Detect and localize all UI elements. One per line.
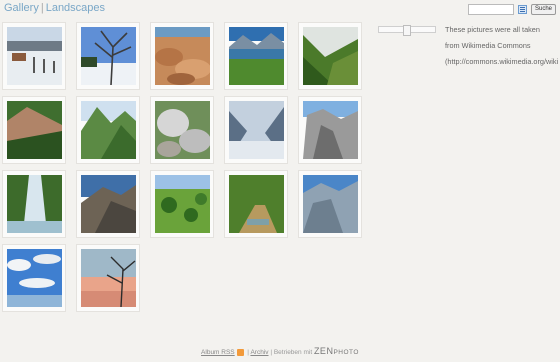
thumbnail-image xyxy=(7,27,62,85)
thumbnail-image xyxy=(81,27,136,85)
description-line-1: These pictures were all taken xyxy=(445,25,540,34)
footer: Album RSS | Archiv | Betrieben mit ZENPH… xyxy=(0,346,560,356)
zenphoto-logo[interactable]: ZENPHOTO xyxy=(314,346,359,356)
thumbnail-rock-formation[interactable] xyxy=(150,22,214,90)
breadcrumb-separator: | xyxy=(40,2,44,14)
album-description: These pictures were all taken from Wikim… xyxy=(445,22,560,70)
thumbnail-image xyxy=(7,175,62,233)
thumbnail-image xyxy=(155,27,210,85)
powered-by-label: Betrieben mit xyxy=(273,349,313,356)
thumbnail-image xyxy=(155,101,210,159)
thumbnail-coast-clouds[interactable] xyxy=(2,244,66,312)
thumbnail-waterfall[interactable] xyxy=(2,170,66,238)
thumbnail-snowy-village[interactable] xyxy=(2,22,66,90)
footer-separator: | xyxy=(270,349,273,356)
thumbnail-image xyxy=(81,249,136,307)
slider-handle[interactable] xyxy=(403,25,411,36)
thumbnail-mountain-ridge[interactable] xyxy=(76,170,140,238)
thumbnail-image xyxy=(303,175,358,233)
thumbnail-image xyxy=(229,101,284,159)
thumbnail-misty-valley[interactable] xyxy=(224,96,288,164)
search-options-icon[interactable] xyxy=(517,5,527,14)
thumbnail-mountain-cliffs[interactable] xyxy=(298,170,362,238)
thumbnail-image xyxy=(303,27,358,85)
thumbnail-forest-stream[interactable] xyxy=(224,170,288,238)
zenphoto-logo-photo: PHOTO xyxy=(333,349,359,356)
thumbnail-image xyxy=(81,101,136,159)
thumbnail-cliff-face[interactable] xyxy=(298,96,362,164)
search-button[interactable]: Suche xyxy=(530,4,556,15)
search-form: Suche xyxy=(467,4,556,15)
thumbnail-boulders[interactable] xyxy=(150,96,214,164)
thumbnail-image xyxy=(7,249,62,307)
description-line-3: (http://commons.wikimedia.org/wiki xyxy=(445,57,559,66)
archive-link[interactable]: Archiv xyxy=(250,349,268,356)
thumbnail-winter-tree[interactable] xyxy=(76,22,140,90)
thumbnail-size-slider[interactable] xyxy=(378,25,436,36)
thumbnail-image xyxy=(81,175,136,233)
breadcrumb-album-link[interactable]: Landscapes xyxy=(46,2,105,14)
thumbnail-image xyxy=(155,175,210,233)
thumbnail-forest-slope[interactable] xyxy=(2,96,66,164)
footer-separator: | xyxy=(247,349,249,356)
search-input[interactable] xyxy=(467,4,514,15)
description-line-2: from Wikimedia Commons xyxy=(445,41,531,50)
breadcrumb-gallery-link[interactable]: Gallery xyxy=(4,2,39,14)
zenphoto-logo-zen: ZEN xyxy=(313,346,334,356)
rss-icon[interactable] xyxy=(237,348,245,356)
thumbnail-image xyxy=(229,27,284,85)
thumbnail-mountain-forest[interactable] xyxy=(76,96,140,164)
thumbnail-meadow-trees[interactable] xyxy=(150,170,214,238)
thumbnail-image xyxy=(7,101,62,159)
breadcrumb: Gallery | Landscapes xyxy=(4,2,105,14)
thumbnail-image xyxy=(229,175,284,233)
thumbnail-alpine-lake[interactable] xyxy=(224,22,288,90)
thumbnail-green-valley[interactable] xyxy=(298,22,362,90)
thumbnail-sunset-tree[interactable] xyxy=(76,244,140,312)
album-rss-link[interactable]: Album RSS xyxy=(201,349,235,356)
thumbnail-image xyxy=(303,101,358,159)
